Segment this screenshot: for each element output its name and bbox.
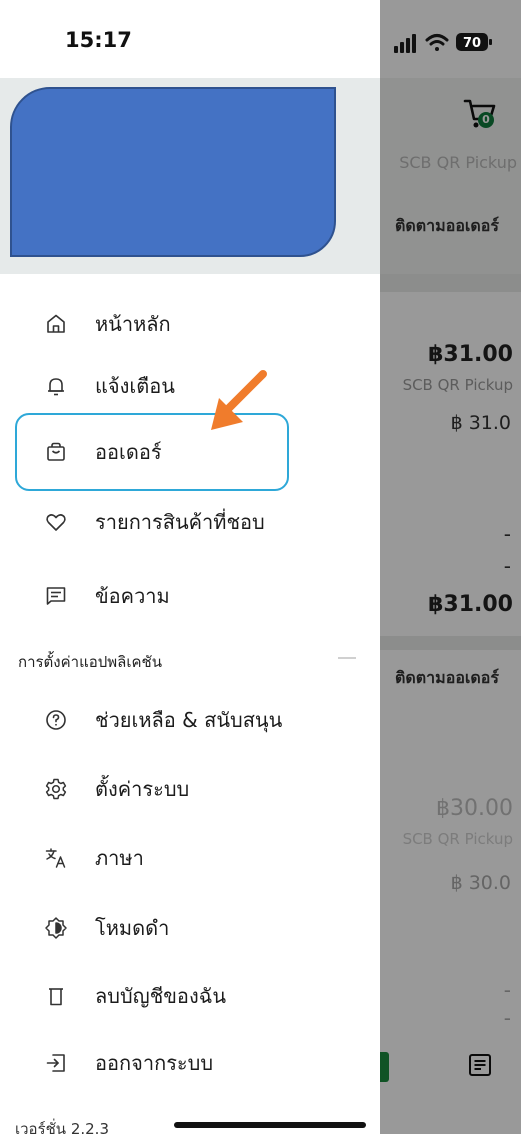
menu-item-logout[interactable]: ออกจากระบบ [0, 1032, 380, 1094]
menu-item-home[interactable]: หน้าหลัก [0, 293, 380, 355]
signal-icon [394, 34, 416, 53]
menu-item-system-settings[interactable]: ตั้งค่าระบบ [0, 758, 380, 820]
menu-item-language[interactable]: ภาษา [0, 827, 380, 889]
menu-label: โหมดดำ [95, 916, 170, 940]
heart-icon [46, 514, 66, 531]
menu-label: แจ้งเตือน [95, 374, 175, 398]
battery-icon: 70 [456, 33, 492, 51]
menu-item-dark-mode[interactable]: โหมดดำ [0, 897, 380, 959]
app-version: เวอร์ชั่น 2.2.3 [15, 1120, 109, 1134]
menu-item-help[interactable]: ช่วยเหลือ & สนับสนุน [0, 689, 380, 751]
svg-text:70: 70 [463, 36, 481, 51]
trash-icon [49, 988, 63, 1006]
menu-item-delete-account[interactable]: ลบบัญชีของฉัน [0, 965, 380, 1027]
status-icons: 70 [394, 33, 492, 53]
status-time: 15:17 [65, 28, 132, 52]
menu-label: ข้อความ [95, 584, 170, 608]
navigation-drawer: 15:17 หน้าหลัก แจ้งเตือน ออเดอร์ รายการส… [0, 0, 380, 1134]
arrow-annotation-icon [211, 370, 267, 430]
menu-label: ตั้งค่าระบบ [95, 777, 190, 801]
gear-icon [45, 778, 67, 800]
menu-item-messages[interactable]: ข้อความ [0, 565, 380, 627]
menu-item-favorites[interactable]: รายการสินค้าที่ชอบ [0, 491, 380, 553]
menu-label: หน้าหลัก [95, 312, 171, 336]
collapse-icon[interactable] [338, 657, 356, 659]
home-indicator [174, 1122, 366, 1128]
message-icon [46, 587, 66, 605]
logout-icon [46, 1054, 65, 1072]
menu-label: ลบบัญชีของฉัน [95, 984, 227, 1008]
redacted-profile [10, 87, 336, 257]
home-icon [47, 314, 65, 333]
translate-icon [45, 848, 66, 868]
dark-mode-icon [45, 917, 67, 939]
bell-icon [48, 378, 64, 396]
menu-label: รายการสินค้าที่ชอบ [95, 510, 265, 534]
menu-label: ออกจากระบบ [95, 1051, 214, 1075]
menu-label: ภาษา [95, 846, 144, 870]
help-icon [46, 710, 66, 730]
wifi-icon [425, 34, 449, 51]
menu-item-notifications[interactable]: แจ้งเตือน [0, 355, 380, 417]
menu-label: ช่วยเหลือ & สนับสนุน [95, 708, 283, 732]
settings-section-title: การตั้งค่าแอปพลิเคชัน [18, 653, 162, 671]
